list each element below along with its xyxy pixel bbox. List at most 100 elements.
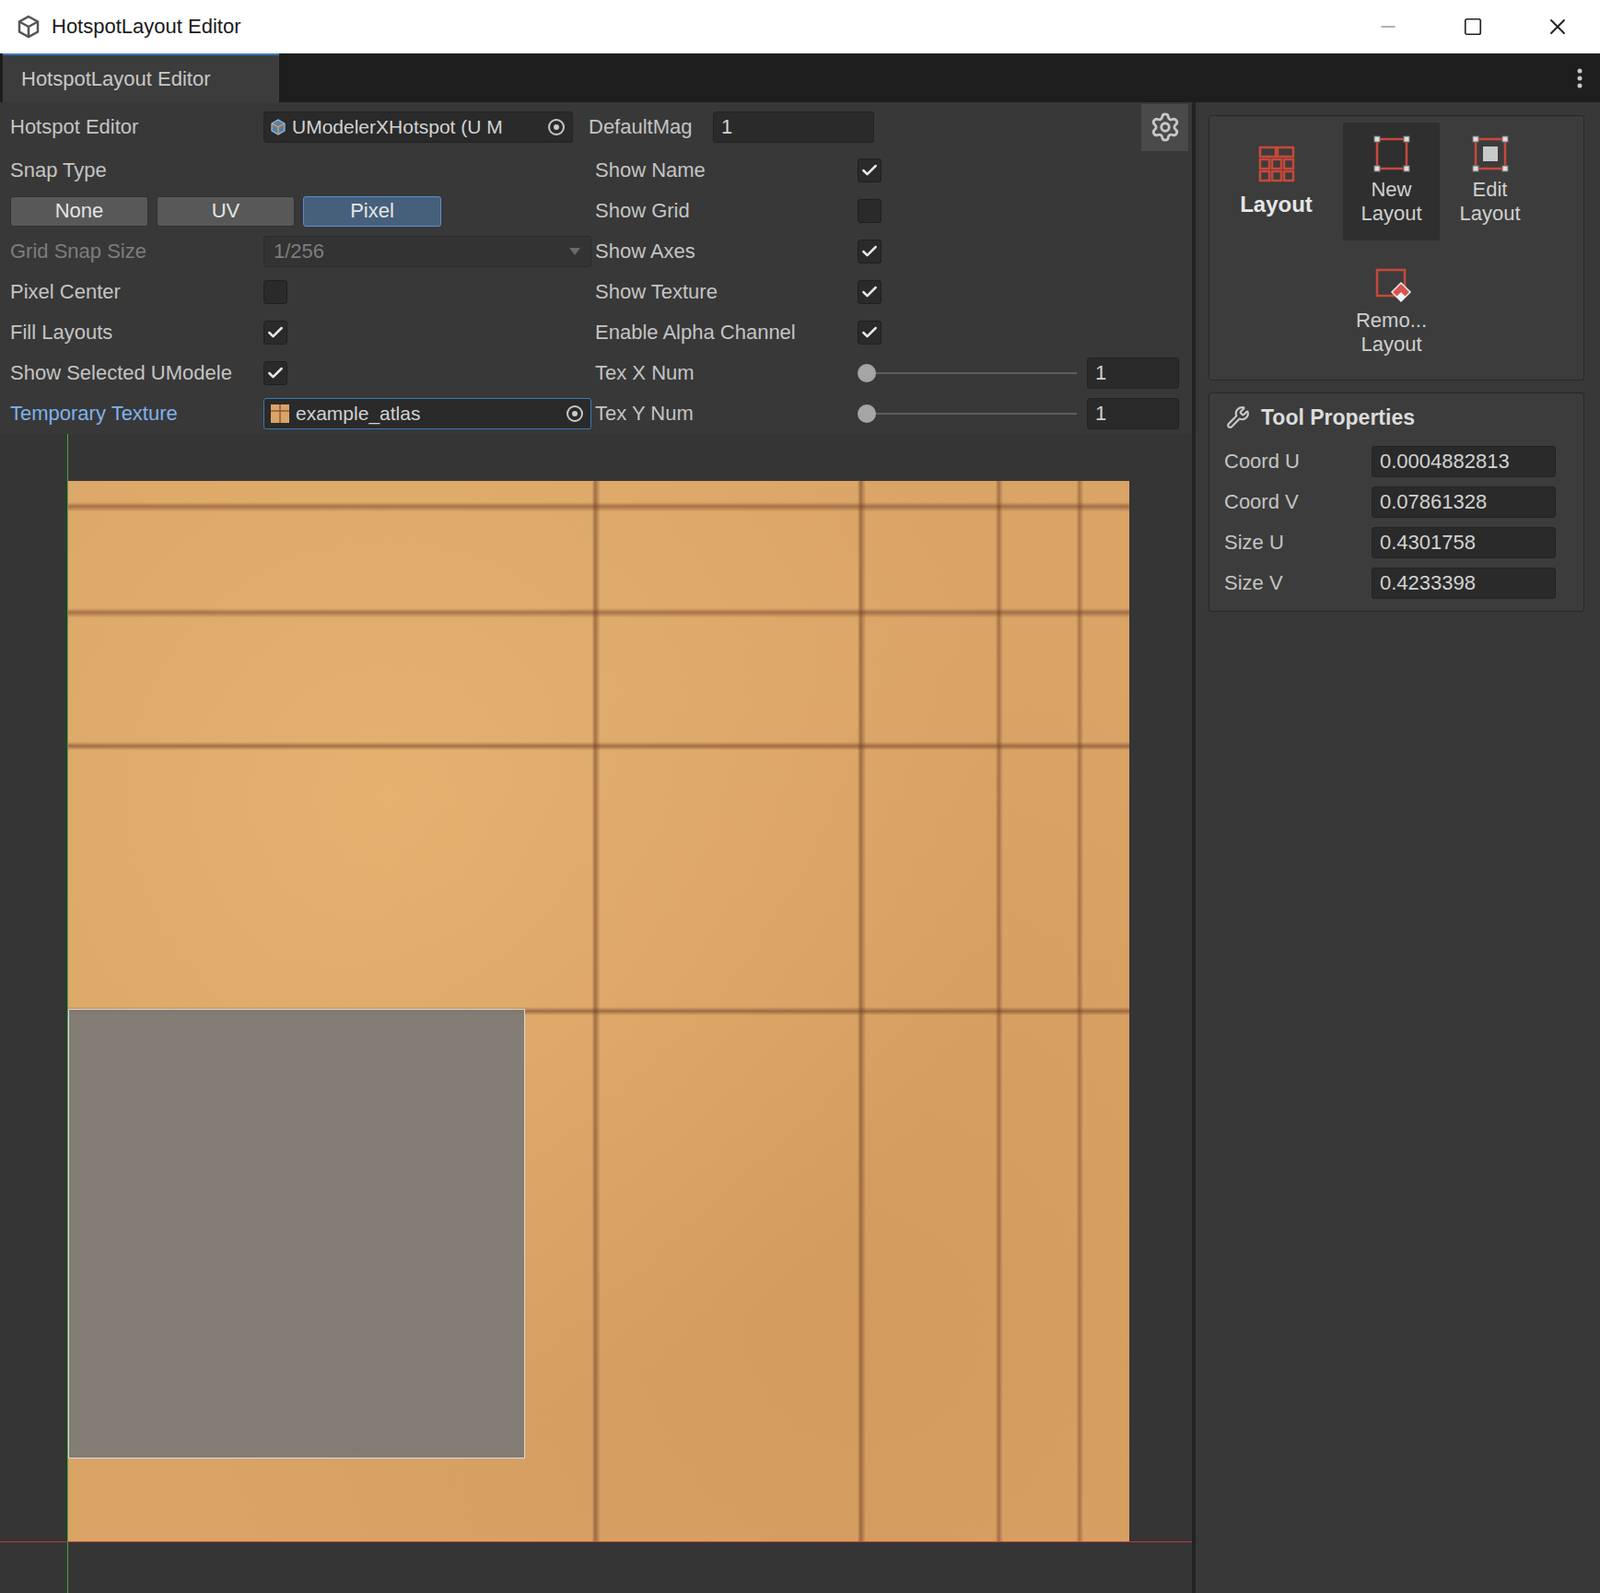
setting-row: Show Selected UModele [0, 352, 596, 394]
property-field[interactable]: 0.4301758 [1371, 526, 1556, 559]
maximize-icon [1462, 16, 1484, 37]
property-field[interactable]: 0.0004882813 [1371, 445, 1556, 478]
tool-label: EditLayout [1459, 177, 1520, 227]
tool-label: Remo...Layout [1355, 308, 1427, 358]
property-row: Coord V0.07861328 [1216, 481, 1577, 523]
tool-button[interactable]: Remo...Layout [1343, 253, 1440, 372]
setting-row: Tex Y Num 1 [595, 393, 1192, 434]
remove-layout-icon [1371, 264, 1413, 305]
setting-label: Show Selected UModele [10, 361, 264, 386]
setting-checkbox[interactable] [263, 320, 288, 345]
check-icon [266, 323, 285, 342]
setting-row: Grid Snap Size1/256 [0, 231, 596, 272]
settings-button[interactable] [1141, 104, 1189, 152]
snap-type-buttons: NoneUV Pixel [0, 190, 596, 232]
setting-label: Hotspot Editor [10, 115, 264, 140]
tool-properties: Tool PropertiesCoord U0.0004882813Coord … [1208, 392, 1585, 612]
close-button[interactable] [1515, 0, 1600, 54]
window: HotspotLayout Editor HotspotLayout Editor… [0, 0, 1600, 1593]
v-axis [67, 433, 69, 1593]
number-field[interactable]: 1 [1086, 397, 1180, 430]
tab[interactable]: HotspotLayout Editor [2, 53, 280, 103]
gear-icon [1149, 111, 1181, 143]
setting-checkbox[interactable] [857, 320, 882, 345]
check-icon [860, 242, 879, 261]
snap-type-button[interactable]: Pixel [303, 196, 442, 227]
setting-checkbox[interactable] [857, 198, 882, 223]
setting-row: Snap Type [0, 150, 596, 191]
number-field[interactable]: 1 [1086, 357, 1180, 389]
check-icon [860, 323, 879, 342]
setting-label: Show Grid [595, 198, 858, 223]
setting-row: Show Axes [595, 231, 1192, 272]
grid-snap-dropdown: 1/256 [263, 235, 592, 268]
tool-label: NewLayout [1360, 177, 1422, 227]
object-picker-icon[interactable] [546, 116, 567, 138]
setting-checkbox[interactable] [857, 239, 882, 264]
property-row: Size U0.4301758 [1216, 522, 1577, 563]
property-label: Size U [1216, 530, 1372, 555]
setting-checkbox[interactable] [857, 280, 882, 304]
setting-label: Tex Y Num [595, 401, 858, 426]
setting-row: Show Grid [595, 190, 1192, 232]
slider-thumb[interactable] [857, 404, 876, 423]
more-button[interactable] [1559, 53, 1600, 103]
setting-row: Show Texture [595, 271, 1192, 313]
editor-panel: Hotspot EditorUModelerXHotspot (U M Defau… [0, 102, 1196, 1593]
hotspot-field[interactable]: UModelerXHotspot (U M [263, 111, 573, 143]
setting-label: Fill Layouts [10, 320, 264, 345]
slider[interactable] [857, 361, 1077, 386]
slider[interactable] [857, 401, 1077, 426]
texture-preview [67, 480, 1130, 1542]
snap-type-button[interactable]: UV [156, 196, 295, 227]
property-field[interactable]: 0.4233398 [1371, 567, 1556, 599]
u-axis [0, 1541, 1192, 1542]
check-icon [266, 363, 285, 383]
edit-layout-icon [1470, 133, 1511, 175]
setting-label: DefaultMag [588, 115, 713, 140]
setting-checkbox[interactable] [857, 158, 882, 183]
toolbox: Layout NewLayout EditLayout Remo...Layout [1208, 115, 1585, 381]
property-field[interactable]: 0.07861328 [1371, 486, 1556, 518]
slider-track [857, 372, 1077, 374]
tab-strip: HotspotLayout Editor [0, 53, 1600, 103]
setting-label: Show Name [595, 158, 858, 183]
setting-label: Grid Snap Size [10, 239, 264, 264]
setting-label: Pixel Center [10, 280, 264, 304]
property-row: Coord U0.0004882813 [1216, 441, 1577, 482]
title-bar: HotspotLayout Editor [0, 0, 1600, 54]
property-label: Coord V [1216, 490, 1372, 514]
layout-canvas[interactable] [0, 433, 1192, 1593]
setting-row: Pixel Center [0, 271, 596, 313]
setting-row: Enable Alpha Channel [595, 312, 1192, 353]
setting-label: Show Axes [595, 239, 858, 264]
texture-field[interactable]: example_atlas [263, 397, 592, 430]
window-title: HotspotLayout Editor [51, 14, 241, 39]
hotspot-layout-rect[interactable] [68, 1008, 526, 1458]
header-row: Hotspot EditorUModelerXHotspot (U M Defau… [0, 104, 1192, 151]
setting-checkbox[interactable] [263, 280, 288, 304]
slider-thumb[interactable] [857, 363, 876, 383]
new-layout-icon [1371, 133, 1413, 175]
snap-type-button[interactable]: None [10, 196, 149, 227]
more-icon[interactable] [1576, 67, 1584, 90]
close-icon [1544, 13, 1571, 40]
tool-button[interactable]: NewLayout [1343, 122, 1440, 241]
wrench-icon [1226, 405, 1250, 430]
setting-row: Temporary Textureexample_atlas [0, 393, 596, 434]
property-row: Size V0.4233398 [1216, 562, 1577, 604]
check-icon [860, 282, 879, 302]
setting-row: Fill Layouts [0, 312, 596, 353]
property-label: Coord U [1216, 449, 1372, 474]
setting-label: Enable Alpha Channel [595, 320, 858, 345]
setting-row: Tex X Num1 [595, 352, 1192, 394]
setting-label: Snap Type [10, 158, 264, 183]
object-picker-icon[interactable] [564, 403, 585, 424]
default-mag-field[interactable]: 1 [712, 111, 875, 143]
maximize-button[interactable] [1430, 0, 1516, 54]
tool-button[interactable]: EditLayout [1441, 122, 1539, 241]
prefab-icon [269, 118, 287, 136]
toolbox-title: Layout [1239, 191, 1313, 218]
minimize-button[interactable] [1345, 0, 1431, 54]
setting-checkbox[interactable] [263, 361, 288, 386]
